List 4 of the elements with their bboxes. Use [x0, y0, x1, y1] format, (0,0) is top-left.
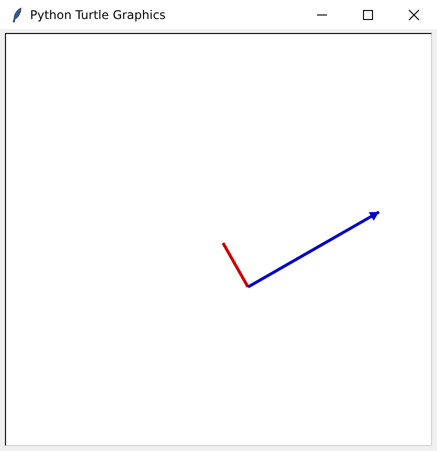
feather-icon: [12, 6, 22, 22]
close-icon: [408, 8, 420, 20]
maximize-icon: [362, 8, 374, 20]
window-title: Python Turtle Graphics: [30, 8, 166, 22]
